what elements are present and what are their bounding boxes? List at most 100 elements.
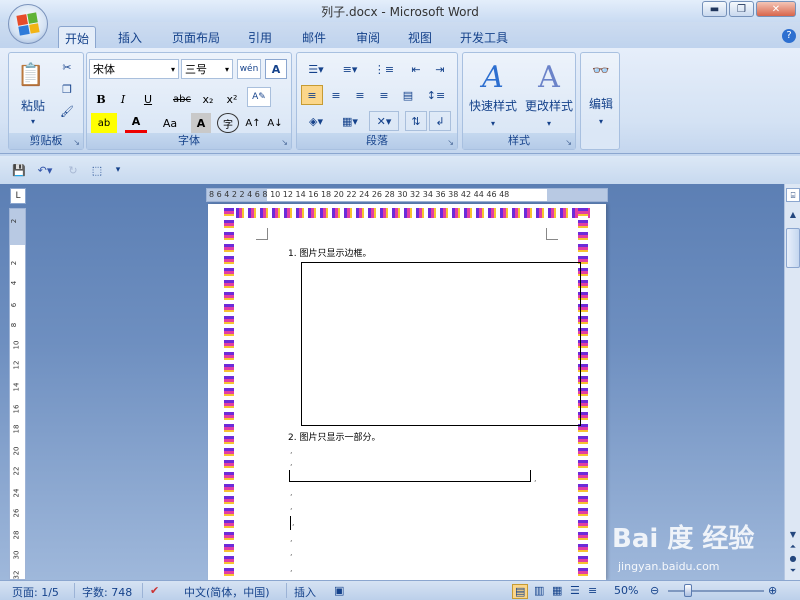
language-indicator[interactable]: 中文(简体，中国) <box>184 584 270 600</box>
clear-formatting-icon[interactable]: A✎ <box>247 87 271 107</box>
page-count[interactable]: 页面: 1/5 <box>12 584 59 600</box>
align-right-icon[interactable]: ≡ <box>349 85 371 105</box>
print-layout-view-icon[interactable]: ▤ <box>512 584 529 599</box>
image-frame-partial[interactable] <box>289 470 531 482</box>
paragraph-launcher-icon[interactable]: ↘ <box>447 138 454 147</box>
sort-icon[interactable]: ⇅ <box>405 111 427 131</box>
tab-review[interactable]: 审阅 <box>350 26 386 48</box>
customize-qat-icon[interactable]: ▾ <box>112 160 124 180</box>
increase-indent-icon[interactable]: ⇥ <box>429 59 451 79</box>
change-case-button[interactable]: Aa <box>157 113 183 133</box>
zoom-in-icon[interactable]: ⊕ <box>768 584 777 597</box>
char-shading-button[interactable]: A <box>191 113 211 133</box>
full-screen-reading-icon[interactable]: ▥ <box>534 584 544 597</box>
outline-view-icon[interactable]: ☰ <box>570 584 580 597</box>
proofing-icon[interactable]: ✔ <box>150 584 159 597</box>
font-color-button[interactable]: A <box>125 113 147 133</box>
quick-styles-label[interactable]: 快速样式 <box>465 97 521 114</box>
watermark-url: jingyan.baidu.com <box>618 560 720 573</box>
macro-record-icon[interactable]: ▣ <box>334 584 344 597</box>
redo-icon[interactable]: ↻ <box>64 160 82 180</box>
select-objects-icon[interactable]: ⬚ <box>86 160 108 180</box>
tab-view[interactable]: 视图 <box>402 26 438 48</box>
strikethrough-button[interactable]: abc <box>169 89 195 109</box>
copy-icon[interactable]: ❐ <box>57 79 77 99</box>
zoom-level[interactable]: 50% <box>614 584 638 597</box>
decrease-indent-icon[interactable]: ⇤ <box>405 59 427 79</box>
change-styles-icon[interactable]: A <box>529 57 569 97</box>
doc-line-1[interactable]: 1. 图片只显示边框。 <box>288 246 371 259</box>
chevron-down-icon[interactable]: ▾ <box>541 113 557 133</box>
next-page-icon[interactable]: ⏷ <box>786 564 800 578</box>
subscript-button[interactable]: x₂ <box>197 89 219 109</box>
paste-icon[interactable]: 📋 <box>15 57 47 93</box>
tab-stop-selector[interactable]: L <box>10 188 26 204</box>
scroll-up-icon[interactable]: ▲ <box>786 208 800 222</box>
word-count[interactable]: 字数: 748 <box>82 584 132 600</box>
char-border-button[interactable]: A <box>265 59 287 79</box>
tab-mailings[interactable]: 邮件 <box>296 26 332 48</box>
undo-icon[interactable]: ↶▾ <box>32 160 58 180</box>
font-size-select[interactable]: 三号 ▾ <box>181 59 233 79</box>
shading-icon[interactable]: ◈▾ <box>301 111 331 131</box>
numbering-icon[interactable]: ≡▾ <box>335 59 365 79</box>
tab-references[interactable]: 引用 <box>242 26 278 48</box>
chinese-layout-icon[interactable]: ✕▾ <box>369 111 399 131</box>
superscript-button[interactable]: x² <box>221 89 243 109</box>
paste-dropdown-icon[interactable]: ▾ <box>15 111 51 131</box>
font-name-select[interactable]: 宋体 ▾ <box>89 59 179 79</box>
tab-developer[interactable]: 开发工具 <box>454 26 514 48</box>
highlight-icon[interactable]: ab <box>91 113 117 133</box>
chevron-down-icon[interactable]: ▾ <box>485 113 501 133</box>
grow-font-button[interactable]: A↑ <box>243 113 263 133</box>
chevron-down-icon[interactable]: ▾ <box>593 111 609 131</box>
save-icon[interactable]: 💾 <box>10 160 28 180</box>
quick-styles-icon[interactable]: A <box>473 57 513 97</box>
format-painter-icon[interactable]: 🖌 <box>57 101 77 121</box>
font-launcher-icon[interactable]: ↘ <box>281 138 288 147</box>
italic-button[interactable]: I <box>113 89 133 109</box>
tab-page-layout[interactable]: 页面布局 <box>166 26 226 48</box>
zoom-slider[interactable] <box>668 590 764 592</box>
shrink-font-button[interactable]: A↓ <box>265 113 285 133</box>
multilevel-list-icon[interactable]: ⋮≡ <box>369 59 399 79</box>
tab-insert[interactable]: 插入 <box>112 26 148 48</box>
bullets-icon[interactable]: ☰▾ <box>301 59 331 79</box>
show-marks-icon[interactable]: ↲ <box>429 111 451 131</box>
zoom-slider-thumb[interactable] <box>684 584 692 597</box>
underline-button[interactable]: U <box>135 89 161 109</box>
help-icon[interactable]: ? <box>782 29 796 43</box>
cut-icon[interactable]: ✂ <box>57 57 77 77</box>
zoom-out-icon[interactable]: ⊖ <box>650 584 659 597</box>
bold-button[interactable]: B <box>91 89 111 109</box>
borders-icon[interactable]: ▦▾ <box>335 111 365 131</box>
justify-icon[interactable]: ≡ <box>373 85 395 105</box>
vertical-scrollbar[interactable]: ⌸ ▲ ▼ ⏶ ● ⏷ <box>784 184 800 580</box>
line-spacing-icon[interactable]: ↕≡ <box>421 85 451 105</box>
vertical-ruler[interactable]: 2 2 4 6 8 10 12 14 16 18 20 22 24 26 28 … <box>9 208 26 580</box>
enclose-chars-button[interactable]: 字 <box>217 113 239 133</box>
clipboard-launcher-icon[interactable]: ↘ <box>73 138 80 147</box>
tab-home[interactable]: 开始 <box>58 26 97 48</box>
web-layout-icon[interactable]: ▦ <box>552 584 562 597</box>
doc-line-2[interactable]: 2. 图片只显示一部分。 <box>288 430 380 443</box>
align-center-icon[interactable]: ≡ <box>325 85 347 105</box>
change-styles-label[interactable]: 更改样式 <box>521 97 577 114</box>
insert-mode[interactable]: 插入 <box>294 584 316 600</box>
minimize-button[interactable]: ▬ <box>702 1 727 17</box>
scroll-thumb[interactable] <box>786 228 800 268</box>
horizontal-ruler[interactable]: 8 6 4 2 2 4 6 8 10 12 14 16 18 20 22 24 … <box>206 188 608 202</box>
distributed-icon[interactable]: ▤ <box>397 85 419 105</box>
phonetic-guide-icon[interactable]: wén <box>237 59 261 79</box>
binoculars-icon[interactable]: 👓 <box>589 59 613 83</box>
editing-label[interactable]: 编辑 <box>581 95 621 112</box>
restore-button[interactable]: ❐ <box>729 1 754 17</box>
draft-view-icon[interactable]: ≡ <box>588 584 597 597</box>
document-page[interactable]: 1. 图片只显示边框。 2. 图片只显示一部分。 , , , , , , , ,… <box>208 204 606 580</box>
align-left-icon[interactable]: ≡ <box>301 85 323 105</box>
styles-launcher-icon[interactable]: ↘ <box>565 138 572 147</box>
office-button[interactable] <box>8 4 48 44</box>
close-button[interactable]: ✕ <box>756 1 796 17</box>
image-frame-border-only[interactable] <box>301 262 581 426</box>
ruler-toggle-icon[interactable]: ⌸ <box>786 188 800 202</box>
